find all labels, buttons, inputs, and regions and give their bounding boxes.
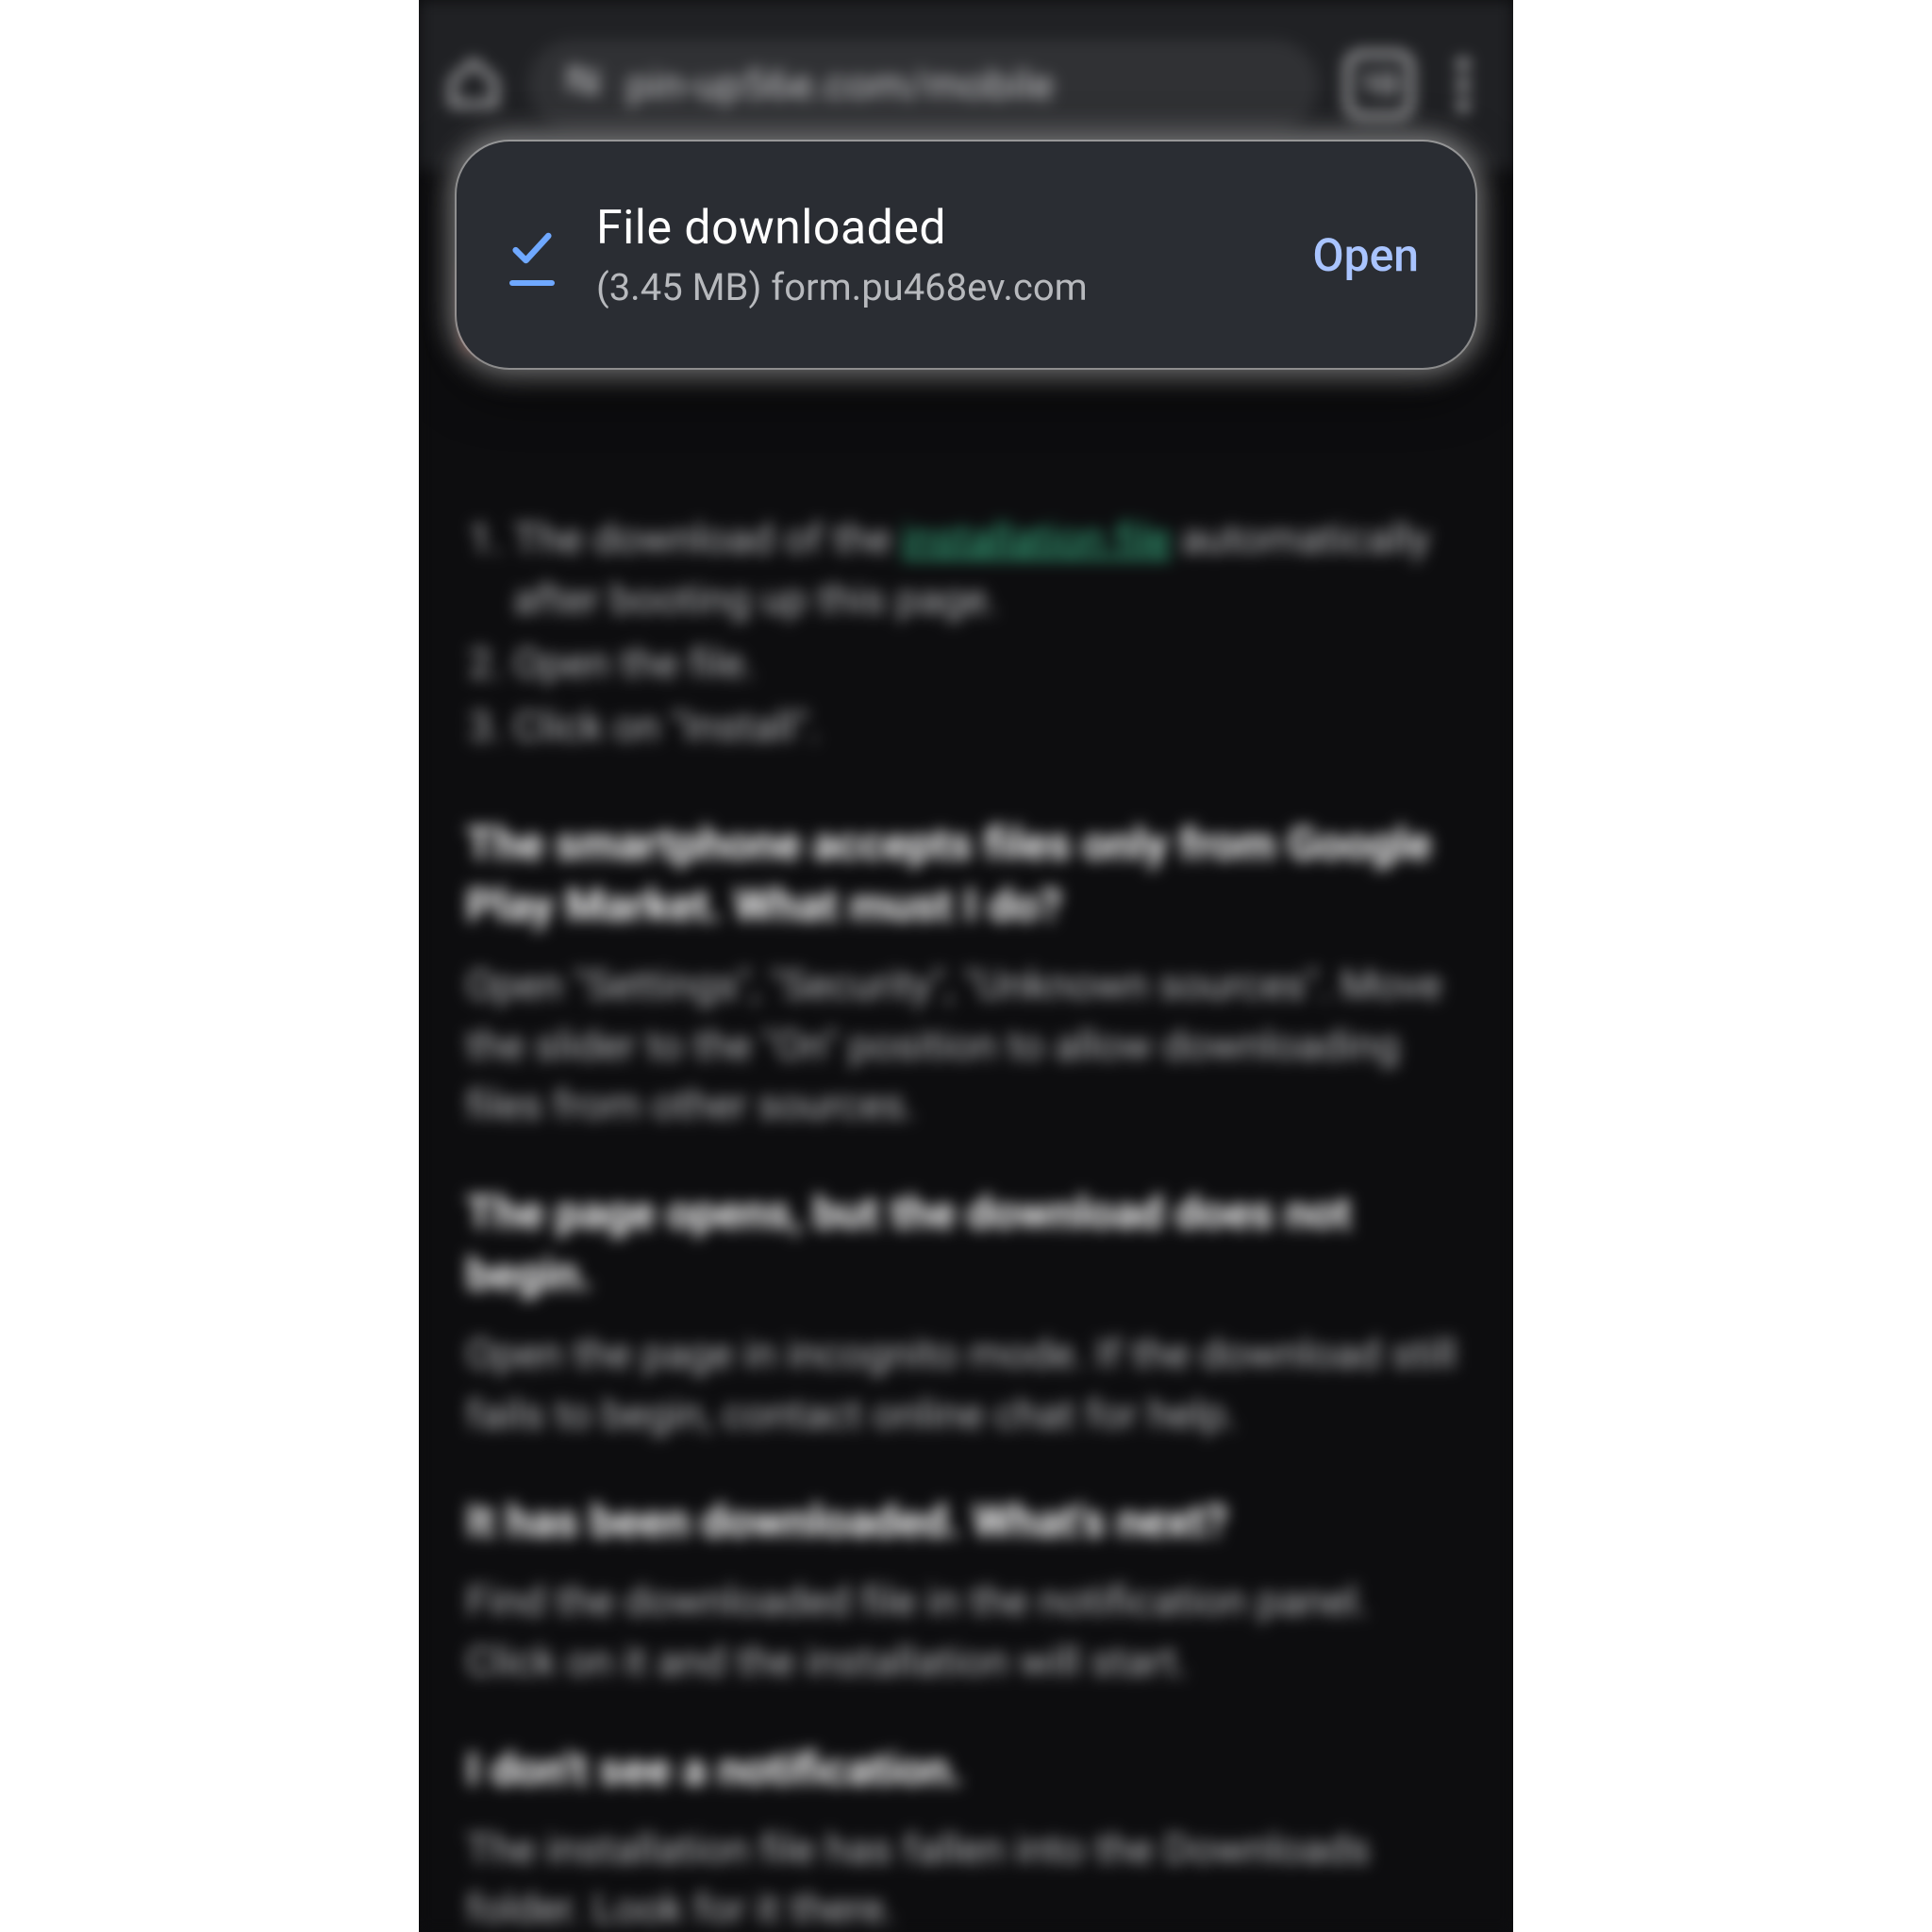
- qa-section: The smartphone accepts files only from G…: [466, 814, 1466, 1932]
- page-content: The download of the installation file au…: [419, 170, 1513, 1932]
- download-notification[interactable]: File downloaded (3.45 MB) form.pu468ev.c…: [457, 142, 1475, 368]
- qa-question: It has been downloaded. What's next?: [466, 1491, 1466, 1553]
- list-item: Click on "Install".: [513, 697, 1466, 758]
- notification-title: File downloaded: [596, 201, 1268, 256]
- qa-answer: Open "Settings", "Security", "Unknown so…: [466, 956, 1466, 1136]
- qa-question: I don't see a notification.: [466, 1740, 1466, 1801]
- qa-answer: Open the page in incognito mode. If the …: [466, 1324, 1466, 1445]
- qa-question: The smartphone accepts files only from G…: [466, 814, 1466, 937]
- install-steps-list: The download of the installation file au…: [466, 509, 1466, 758]
- qa-answer: Find the downloaded file in the notifica…: [466, 1572, 1466, 1692]
- notification-text: File downloaded (3.45 MB) form.pu468ev.c…: [596, 201, 1268, 309]
- step1-pre: The download of the: [513, 514, 902, 563]
- open-button[interactable]: Open: [1302, 209, 1430, 301]
- download-complete-icon: [502, 224, 562, 286]
- site-settings-icon: [562, 59, 604, 111]
- list-item: The download of the installation file au…: [513, 509, 1466, 630]
- url-text: pin-up56e.com/mobile: [626, 60, 1054, 109]
- list-item: Open the file.: [513, 634, 1466, 694]
- notification-subtitle: (3.45 MB) form.pu468ev.com: [596, 265, 1268, 309]
- qa-answer: The installation file has fallen into th…: [466, 1820, 1466, 1932]
- tabs-button[interactable]: 10: [1345, 51, 1413, 119]
- phone-screen: pin-up56e.com/mobile 10 The download of …: [419, 0, 1513, 1932]
- stage: pin-up56e.com/mobile 10 The download of …: [0, 0, 1932, 1932]
- overflow-menu-icon[interactable]: [1440, 58, 1487, 111]
- installation-file-link[interactable]: installation file: [902, 514, 1171, 563]
- tabs-count: 10: [1361, 66, 1398, 104]
- home-icon[interactable]: [445, 55, 502, 115]
- address-bar[interactable]: pin-up56e.com/mobile: [528, 40, 1319, 130]
- qa-question: The page opens, but the download does no…: [466, 1183, 1466, 1306]
